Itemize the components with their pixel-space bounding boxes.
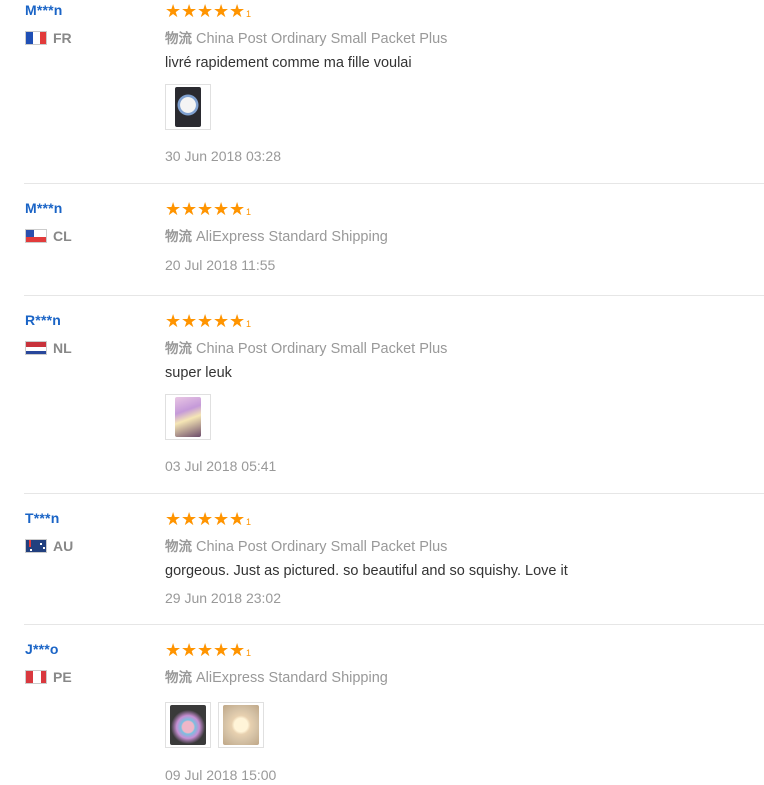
reviewer-country: FR — [25, 30, 72, 46]
country-code: CL — [53, 228, 72, 244]
star-icon: ★ — [213, 640, 230, 660]
star-icon: ★ — [197, 509, 214, 529]
logistics-info: 物流 AliExpress Standard Shipping — [165, 666, 388, 686]
review-item: M***n CL ★ ★ ★ ★ ★ 1 物流 AliExpress Standard Sh… — [24, 200, 764, 296]
star-rating: ★ ★ ★ ★ ★ 1 — [165, 200, 251, 218]
reviewer-country: AU — [25, 538, 73, 554]
review-date: 03 Jul 2018 05:41 — [165, 458, 277, 474]
logistics-method: AliExpress Standard Shipping — [196, 670, 388, 686]
star-icon: ★ — [165, 199, 182, 219]
reviewer-country: CL — [25, 228, 72, 244]
review-date: 20 Jul 2018 11:55 — [165, 257, 276, 273]
review-date: 29 Jun 2018 23:02 — [165, 590, 281, 606]
star-rating: ★ ★ ★ ★ ★ 1 — [165, 510, 251, 528]
review-item: R***n NL ★ ★ ★ ★ ★ 1 物流 China Post Ordinary Sm… — [24, 312, 764, 494]
review-text: gorgeous. Just as pictured. so beautiful… — [165, 563, 568, 579]
logistics-method: China Post Ordinary Small Packet Plus — [196, 31, 448, 47]
star-icon: ★ — [229, 199, 246, 219]
country-code: PE — [53, 669, 72, 685]
star-icon: ★ — [181, 311, 198, 331]
star-icon: ★ — [181, 640, 198, 660]
star-icon: ★ — [197, 1, 214, 21]
logistics-label: 物流 — [165, 31, 192, 47]
star-icon: ★ — [165, 640, 182, 660]
star-icon: ★ — [229, 1, 246, 21]
star-rating: ★ ★ ★ ★ ★ 1 — [165, 312, 251, 330]
star-icon: ★ — [165, 1, 182, 21]
review-item: J***o PE ★ ★ ★ ★ ★ 1 物流 AliExpress Standard Sh… — [24, 641, 764, 785]
star-icon: ★ — [213, 509, 230, 529]
star-icon: ★ — [181, 1, 198, 21]
star-icon: ★ — [165, 311, 182, 331]
star-count: 1 — [246, 517, 252, 527]
logistics-method: AliExpress Standard Shipping — [196, 229, 388, 245]
logistics-label: 物流 — [165, 341, 192, 357]
logistics-info: 物流 China Post Ordinary Small Packet Plus — [165, 337, 447, 357]
star-icon: ★ — [213, 1, 230, 21]
reviewer-name[interactable]: T***n — [25, 510, 59, 526]
review-item: M***n FR ★ ★ ★ ★ ★ 1 物流 China Post Ordinary Sm… — [24, 2, 764, 184]
unicorn-squishy-photo — [175, 87, 201, 127]
star-icon: ★ — [229, 640, 246, 660]
unicorn-squishy-photo — [175, 397, 201, 437]
unicorn-squishy-photo — [170, 705, 206, 745]
star-count: 1 — [246, 319, 252, 329]
country-code: FR — [53, 30, 72, 46]
review-photo-thumbnail[interactable] — [165, 84, 211, 130]
reviewer-name[interactable]: J***o — [25, 641, 59, 657]
reviewer-name[interactable]: R***n — [25, 312, 61, 328]
flag-fr-icon — [25, 31, 47, 45]
logistics-method: China Post Ordinary Small Packet Plus — [196, 341, 448, 357]
reviewer-name[interactable]: M***n — [25, 200, 63, 216]
star-count: 1 — [246, 648, 252, 658]
review-photos — [165, 394, 211, 440]
review-photos — [165, 84, 211, 130]
star-icon: ★ — [213, 311, 230, 331]
logistics-method: China Post Ordinary Small Packet Plus — [196, 539, 448, 555]
star-icon: ★ — [165, 509, 182, 529]
review-date: 30 Jun 2018 03:28 — [165, 148, 281, 164]
star-icon: ★ — [229, 509, 246, 529]
star-icon: ★ — [181, 509, 198, 529]
review-photo-thumbnail[interactable] — [165, 394, 211, 440]
star-icon: ★ — [181, 199, 198, 219]
review-item: T***n AU ★ ★ ★ ★ ★ 1 物流 China Post Ordinary Sm… — [24, 510, 764, 625]
review-date: 09 Jul 2018 15:00 — [165, 767, 277, 783]
logistics-info: 物流 AliExpress Standard Shipping — [165, 225, 388, 245]
unicorn-squishy-photo — [223, 705, 259, 745]
review-photos — [165, 702, 264, 748]
logistics-label: 物流 — [165, 670, 192, 686]
star-icon: ★ — [197, 199, 214, 219]
review-photo-thumbnail[interactable] — [218, 702, 264, 748]
reviewer-country: PE — [25, 669, 72, 685]
flag-au-icon — [25, 539, 47, 553]
star-rating: ★ ★ ★ ★ ★ 1 — [165, 2, 251, 20]
reviewer-country: NL — [25, 340, 72, 356]
review-text: livré rapidement comme ma fille voulai — [165, 55, 412, 71]
logistics-label: 物流 — [165, 229, 192, 245]
flag-nl-icon — [25, 341, 47, 355]
star-icon: ★ — [197, 311, 214, 331]
country-code: AU — [53, 538, 74, 554]
star-icon: ★ — [197, 640, 214, 660]
star-count: 1 — [246, 9, 252, 19]
logistics-label: 物流 — [165, 539, 192, 555]
flag-cl-icon — [25, 229, 47, 243]
star-rating: ★ ★ ★ ★ ★ 1 — [165, 641, 251, 659]
logistics-info: 物流 China Post Ordinary Small Packet Plus — [165, 27, 447, 47]
flag-pe-icon — [25, 670, 47, 684]
country-code: NL — [53, 340, 72, 356]
review-text: super leuk — [165, 365, 232, 381]
logistics-info: 物流 China Post Ordinary Small Packet Plus — [165, 535, 447, 555]
star-icon: ★ — [213, 199, 230, 219]
reviewer-name[interactable]: M***n — [25, 2, 63, 18]
review-photo-thumbnail[interactable] — [165, 702, 211, 748]
star-icon: ★ — [229, 311, 246, 331]
star-count: 1 — [246, 207, 252, 217]
